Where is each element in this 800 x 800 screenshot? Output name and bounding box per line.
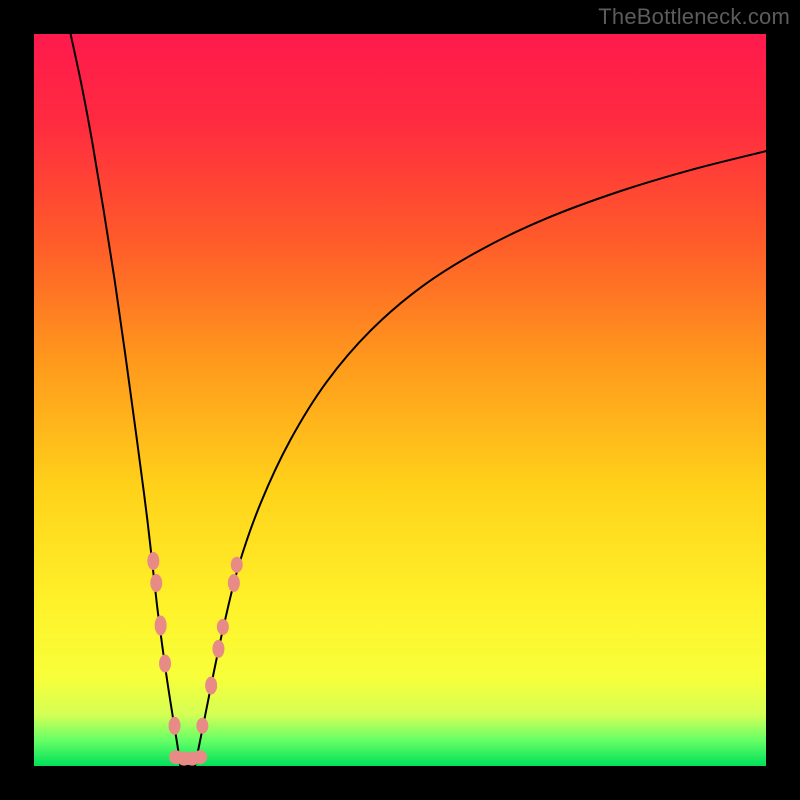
chart-frame: TheBottleneck.com	[0, 0, 800, 800]
data-point-8	[193, 750, 207, 764]
watermark-text: TheBottleneck.com	[598, 4, 790, 30]
data-point-0	[147, 552, 159, 570]
data-point-9	[196, 718, 208, 734]
bottleneck-chart	[0, 0, 800, 800]
data-point-10	[205, 676, 217, 694]
data-point-14	[231, 557, 243, 573]
data-point-2	[155, 615, 167, 635]
data-point-4	[169, 717, 181, 735]
data-point-12	[217, 619, 229, 635]
plot-background	[34, 34, 766, 766]
data-point-13	[228, 574, 240, 592]
data-point-1	[150, 574, 162, 592]
data-point-11	[212, 640, 224, 658]
data-point-3	[159, 655, 171, 673]
